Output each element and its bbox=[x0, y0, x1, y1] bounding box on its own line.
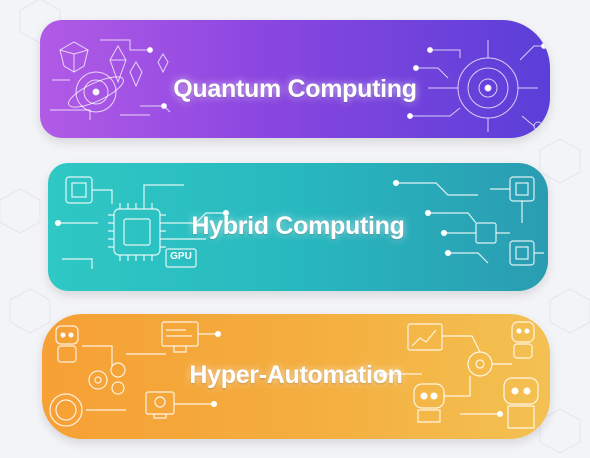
gpu-label: GPU bbox=[170, 251, 192, 262]
banner-title: Hyper-Automation bbox=[189, 361, 403, 389]
quantum-computing-banner: Quantum Computing bbox=[40, 20, 550, 138]
banner-title: Quantum Computing bbox=[173, 75, 417, 103]
banner-title: Hybrid Computing bbox=[191, 212, 405, 240]
robot-icon bbox=[55, 325, 79, 363]
hyper-automation-banner: Hyper-Automation bbox=[42, 314, 550, 439]
hybrid-computing-banner: GPU Hybrid Computing bbox=[48, 163, 548, 291]
